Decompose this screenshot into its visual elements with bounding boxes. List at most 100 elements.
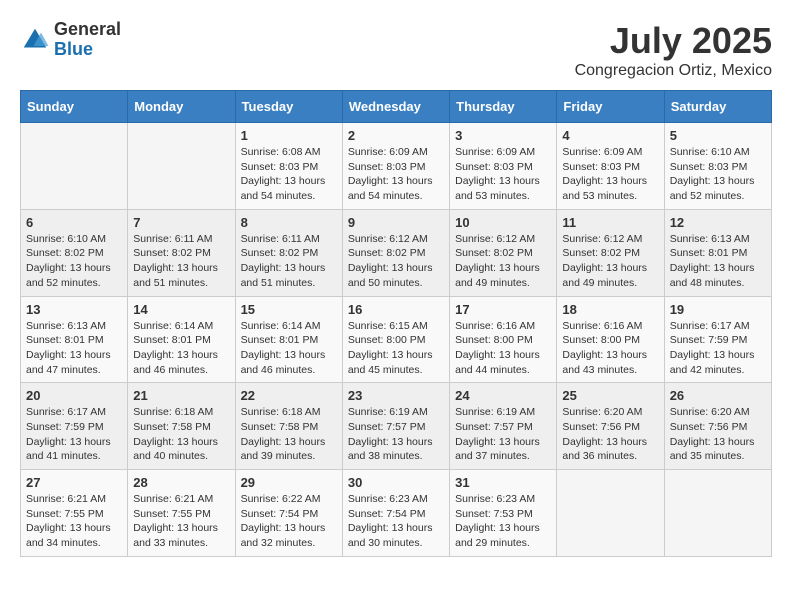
table-row: 15Sunrise: 6:14 AMSunset: 8:01 PMDayligh… bbox=[235, 296, 342, 383]
table-row: 11 Sunrise: 6:12 AMSunset: 8:02 PMDayligh… bbox=[557, 209, 664, 296]
col-wednesday: Wednesday bbox=[342, 91, 449, 123]
day-number: 22 bbox=[241, 388, 337, 403]
table-row: 14Sunrise: 6:14 AMSunset: 8:01 PMDayligh… bbox=[128, 296, 235, 383]
day-info: Sunrise: 6:23 AMSunset: 7:53 PMDaylight:… bbox=[455, 492, 551, 551]
day-number: 8 bbox=[241, 215, 337, 230]
day-info: Sunrise: 6:17 AMSunset: 7:59 PMDaylight:… bbox=[26, 405, 122, 464]
day-number: 29 bbox=[241, 475, 337, 490]
calendar-week-row: 20 Sunrise: 6:17 AMSunset: 7:59 PMDayligh… bbox=[21, 383, 772, 470]
title-block: July 2025 Congregacion Ortiz, Mexico bbox=[575, 20, 772, 80]
day-number: 21 bbox=[133, 388, 229, 403]
day-info: Sunrise: 6:11 AMSunset: 8:02 PMDaylight:… bbox=[241, 232, 337, 291]
calendar-week-row: 27 Sunrise: 6:21 AMSunset: 7:55 PMDayligh… bbox=[21, 470, 772, 557]
table-row: 27 Sunrise: 6:21 AMSunset: 7:55 PMDayligh… bbox=[21, 470, 128, 557]
logo-general: General bbox=[54, 20, 121, 40]
calendar-week-row: 1 Sunrise: 6:08 AMSunset: 8:03 PMDaylight… bbox=[21, 123, 772, 210]
day-number: 3 bbox=[455, 128, 551, 143]
day-number: 24 bbox=[455, 388, 551, 403]
day-number: 7 bbox=[133, 215, 229, 230]
table-row: 3 Sunrise: 6:09 AMSunset: 8:03 PMDaylight… bbox=[450, 123, 557, 210]
day-number: 10 bbox=[455, 215, 551, 230]
day-number: 27 bbox=[26, 475, 122, 490]
day-number: 9 bbox=[348, 215, 444, 230]
day-info: Sunrise: 6:09 AMSunset: 8:03 PMDaylight:… bbox=[348, 145, 444, 204]
table-row bbox=[128, 123, 235, 210]
table-row: 20 Sunrise: 6:17 AMSunset: 7:59 PMDayligh… bbox=[21, 383, 128, 470]
table-row: 13 Sunrise: 6:13 AMSunset: 8:01 PMDayligh… bbox=[21, 296, 128, 383]
day-info: Sunrise: 6:23 AMSunset: 7:54 PMDaylight:… bbox=[348, 492, 444, 551]
page-header: General Blue July 2025 Congregacion Orti… bbox=[20, 20, 772, 80]
table-row: 18 Sunrise: 6:16 AMSunset: 8:00 PMDayligh… bbox=[557, 296, 664, 383]
day-number: 1 bbox=[241, 128, 337, 143]
table-row: 12Sunrise: 6:13 AMSunset: 8:01 PMDayligh… bbox=[664, 209, 771, 296]
day-number: 18 bbox=[562, 302, 658, 317]
table-row: 17 Sunrise: 6:16 AMSunset: 8:00 PMDayligh… bbox=[450, 296, 557, 383]
day-info: Sunrise: 6:09 AMSunset: 8:03 PMDaylight:… bbox=[562, 145, 658, 204]
day-number: 5 bbox=[670, 128, 766, 143]
day-number: 19 bbox=[670, 302, 766, 317]
day-info: Sunrise: 6:09 AMSunset: 8:03 PMDaylight:… bbox=[455, 145, 551, 204]
col-saturday: Saturday bbox=[664, 91, 771, 123]
day-info: Sunrise: 6:21 AMSunset: 7:55 PMDaylight:… bbox=[26, 492, 122, 551]
day-number: 16 bbox=[348, 302, 444, 317]
day-number: 30 bbox=[348, 475, 444, 490]
day-info: Sunrise: 6:16 AMSunset: 8:00 PMDaylight:… bbox=[455, 319, 551, 378]
table-row: 25 Sunrise: 6:20 AMSunset: 7:56 PMDayligh… bbox=[557, 383, 664, 470]
day-number: 23 bbox=[348, 388, 444, 403]
logo: General Blue bbox=[20, 20, 121, 60]
table-row: 28Sunrise: 6:21 AMSunset: 7:55 PMDayligh… bbox=[128, 470, 235, 557]
table-row: 29Sunrise: 6:22 AMSunset: 7:54 PMDayligh… bbox=[235, 470, 342, 557]
col-thursday: Thursday bbox=[450, 91, 557, 123]
calendar-header-row: Sunday Monday Tuesday Wednesday Thursday… bbox=[21, 91, 772, 123]
day-info: Sunrise: 6:10 AMSunset: 8:03 PMDaylight:… bbox=[670, 145, 766, 204]
day-info: Sunrise: 6:11 AMSunset: 8:02 PMDaylight:… bbox=[133, 232, 229, 291]
day-info: Sunrise: 6:20 AMSunset: 7:56 PMDaylight:… bbox=[670, 405, 766, 464]
table-row: 4 Sunrise: 6:09 AMSunset: 8:03 PMDaylight… bbox=[557, 123, 664, 210]
day-number: 25 bbox=[562, 388, 658, 403]
table-row bbox=[21, 123, 128, 210]
day-info: Sunrise: 6:15 AMSunset: 8:00 PMDaylight:… bbox=[348, 319, 444, 378]
day-info: Sunrise: 6:12 AMSunset: 8:02 PMDaylight:… bbox=[455, 232, 551, 291]
day-info: Sunrise: 6:14 AMSunset: 8:01 PMDaylight:… bbox=[133, 319, 229, 378]
logo-icon bbox=[20, 25, 50, 55]
table-row: 22Sunrise: 6:18 AMSunset: 7:58 PMDayligh… bbox=[235, 383, 342, 470]
day-info: Sunrise: 6:12 AMSunset: 8:02 PMDaylight:… bbox=[562, 232, 658, 291]
col-monday: Monday bbox=[128, 91, 235, 123]
table-row: 9 Sunrise: 6:12 AMSunset: 8:02 PMDaylight… bbox=[342, 209, 449, 296]
calendar-table: Sunday Monday Tuesday Wednesday Thursday… bbox=[20, 90, 772, 557]
location-title: Congregacion Ortiz, Mexico bbox=[575, 62, 772, 80]
table-row: 8 Sunrise: 6:11 AMSunset: 8:02 PMDaylight… bbox=[235, 209, 342, 296]
day-number: 11 bbox=[562, 215, 658, 230]
table-row: 7 Sunrise: 6:11 AMSunset: 8:02 PMDaylight… bbox=[128, 209, 235, 296]
calendar-week-row: 13 Sunrise: 6:13 AMSunset: 8:01 PMDayligh… bbox=[21, 296, 772, 383]
table-row: 21 Sunrise: 6:18 AMSunset: 7:58 PMDayligh… bbox=[128, 383, 235, 470]
day-info: Sunrise: 6:08 AMSunset: 8:03 PMDaylight:… bbox=[241, 145, 337, 204]
day-number: 17 bbox=[455, 302, 551, 317]
day-number: 28 bbox=[133, 475, 229, 490]
day-info: Sunrise: 6:16 AMSunset: 8:00 PMDaylight:… bbox=[562, 319, 658, 378]
table-row: 10 Sunrise: 6:12 AMSunset: 8:02 PMDayligh… bbox=[450, 209, 557, 296]
table-row: 23Sunrise: 6:19 AMSunset: 7:57 PMDayligh… bbox=[342, 383, 449, 470]
day-number: 31 bbox=[455, 475, 551, 490]
day-number: 13 bbox=[26, 302, 122, 317]
day-info: Sunrise: 6:20 AMSunset: 7:56 PMDaylight:… bbox=[562, 405, 658, 464]
col-sunday: Sunday bbox=[21, 91, 128, 123]
day-number: 2 bbox=[348, 128, 444, 143]
table-row: 19Sunrise: 6:17 AMSunset: 7:59 PMDayligh… bbox=[664, 296, 771, 383]
day-info: Sunrise: 6:13 AMSunset: 8:01 PMDaylight:… bbox=[670, 232, 766, 291]
day-number: 4 bbox=[562, 128, 658, 143]
month-title: July 2025 bbox=[575, 20, 772, 62]
day-info: Sunrise: 6:18 AMSunset: 7:58 PMDaylight:… bbox=[133, 405, 229, 464]
table-row bbox=[664, 470, 771, 557]
day-info: Sunrise: 6:12 AMSunset: 8:02 PMDaylight:… bbox=[348, 232, 444, 291]
day-number: 20 bbox=[26, 388, 122, 403]
table-row: 26Sunrise: 6:20 AMSunset: 7:56 PMDayligh… bbox=[664, 383, 771, 470]
col-friday: Friday bbox=[557, 91, 664, 123]
day-info: Sunrise: 6:13 AMSunset: 8:01 PMDaylight:… bbox=[26, 319, 122, 378]
day-info: Sunrise: 6:19 AMSunset: 7:57 PMDaylight:… bbox=[455, 405, 551, 464]
logo-blue: Blue bbox=[54, 40, 121, 60]
table-row: 5 Sunrise: 6:10 AMSunset: 8:03 PMDaylight… bbox=[664, 123, 771, 210]
day-number: 15 bbox=[241, 302, 337, 317]
table-row: 30 Sunrise: 6:23 AMSunset: 7:54 PMDayligh… bbox=[342, 470, 449, 557]
table-row: 31 Sunrise: 6:23 AMSunset: 7:53 PMDayligh… bbox=[450, 470, 557, 557]
